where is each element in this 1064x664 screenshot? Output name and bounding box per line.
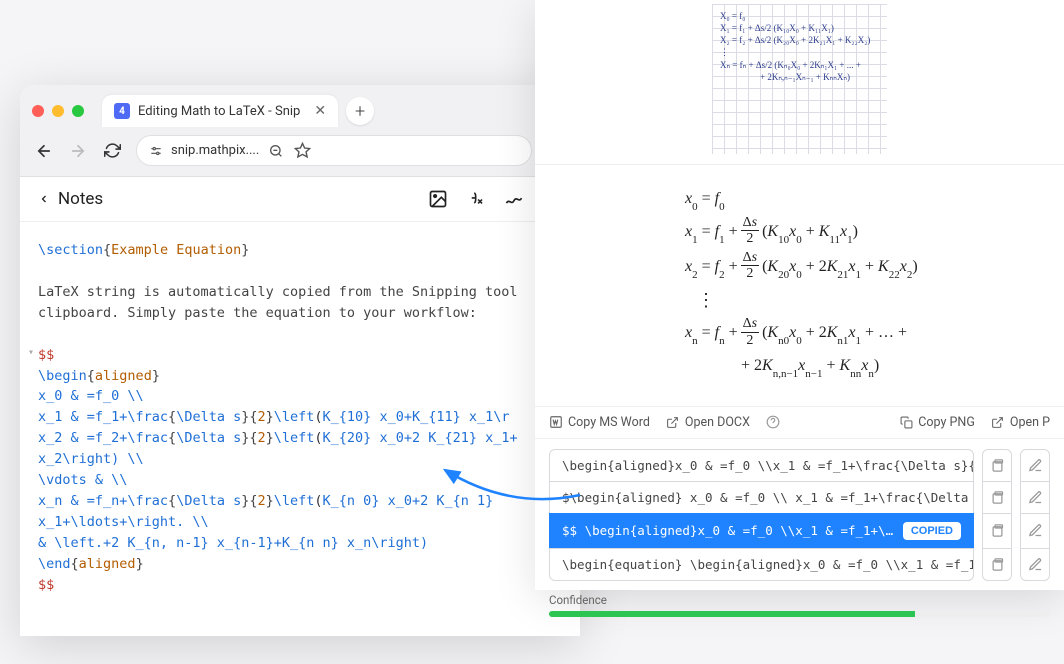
latex-editor[interactable]: \section{Example Equation} LaTeX string … <box>20 222 580 636</box>
forward-button[interactable] <box>68 142 88 160</box>
copy-button[interactable] <box>982 548 1012 581</box>
browser-tab[interactable]: 4 Editing Math to LaTeX - Snip ✕ <box>102 95 338 127</box>
format-option-inline[interactable]: $\begin{aligned} x_0 & =f_0 \\ x_1 & =f_… <box>549 481 974 514</box>
copy-png-label: Copy PNG <box>918 415 975 430</box>
close-window-button[interactable] <box>32 105 44 117</box>
bookmark-icon[interactable] <box>293 142 311 159</box>
url-input[interactable]: snip.mathpix.... <box>136 135 532 166</box>
rendered-equation: x0 = f0 x1 = f1 + Δs2 (K10x0 + K11x1) x2… <box>535 165 1064 406</box>
latex-format-list: \begin{aligned}x_0 & =f_0 \\x_1 & =f_1+\… <box>535 439 1064 587</box>
tab-title: Editing Math to LaTeX - Snip <box>138 104 300 119</box>
open-external-icon <box>991 415 1005 429</box>
browser-chrome: 4 Editing Math to LaTeX - Snip ✕ + snip.… <box>20 85 580 177</box>
word-icon <box>549 415 563 429</box>
back-to-notes-button[interactable]: Notes <box>38 189 103 209</box>
tab-bar: 4 Editing Math to LaTeX - Snip ✕ + <box>20 85 580 127</box>
copy-ms-word-button[interactable]: Copy MS Word <box>549 415 650 430</box>
open-p-button[interactable]: Open P <box>991 415 1050 430</box>
format-option-plain[interactable]: \begin{aligned}x_0 & =f_0 \\x_1 & =f_1+\… <box>549 449 974 482</box>
confidence-fill <box>549 611 915 617</box>
notes-title: Notes <box>58 189 103 209</box>
new-tab-button[interactable]: + <box>346 97 374 125</box>
open-docx-label: Open DOCX <box>685 415 750 430</box>
image-icon[interactable] <box>428 189 448 209</box>
hw-line: X₁ = f₁ + Δs/2 (K₁₀X₀ + K₁₁X₁) <box>720 22 879 34</box>
copy-icon <box>899 415 913 429</box>
minimize-window-button[interactable] <box>52 105 64 117</box>
maximize-window-button[interactable] <box>72 105 84 117</box>
hw-line: X₀ = f₀ <box>720 10 879 22</box>
open-external-icon <box>666 415 680 429</box>
address-bar-row: snip.mathpix.... <box>20 127 580 176</box>
help-icon[interactable] <box>766 415 780 429</box>
format-option-display[interactable]: $$ \begin{aligned}x_0 & =f_0 \\x_1 & =f_… <box>549 513 974 549</box>
scribble-icon[interactable] <box>504 189 524 209</box>
notes-app: Notes \section{Example Equation} LaTeX s… <box>20 177 580 636</box>
confidence-section: Confidence <box>535 587 1064 629</box>
edit-button[interactable] <box>1020 449 1050 482</box>
edit-button[interactable] <box>1020 481 1050 514</box>
confidence-bar <box>549 611 1050 617</box>
reload-button[interactable] <box>102 142 122 159</box>
url-text: snip.mathpix.... <box>171 143 259 158</box>
hw-line: + 2Kₙ,ₙ₋₁Xₙ₋₁ + KₙₙXₙ) <box>720 71 879 83</box>
close-tab-button[interactable]: ✕ <box>314 103 326 119</box>
notes-header: Notes <box>20 177 580 222</box>
copy-button[interactable] <box>982 449 1012 482</box>
source-image-strip: X₀ = f₀ X₁ = f₁ + Δs/2 (K₁₀X₀ + K₁₁X₁) X… <box>535 0 1064 165</box>
zoom-icon[interactable] <box>267 143 285 159</box>
export-action-bar: Copy MS Word Open DOCX Copy PNG Open P <box>535 406 1064 439</box>
open-docx-button[interactable]: Open DOCX <box>666 415 750 430</box>
back-button[interactable] <box>34 142 54 160</box>
favicon-icon: 4 <box>114 103 130 119</box>
copy-button[interactable] <box>982 481 1012 514</box>
hw-line: Xₙ = fₙ + Δs/2 (Kₙ₀X₀ + 2Kₙ₁X₁ + ... + <box>720 59 879 71</box>
copied-badge: COPIED <box>903 522 961 540</box>
window-controls <box>32 105 84 117</box>
browser-window: 4 Editing Math to LaTeX - Snip ✕ + snip.… <box>20 85 580 636</box>
confidence-label: Confidence <box>549 593 1050 607</box>
copy-word-label: Copy MS Word <box>568 415 650 430</box>
copy-button[interactable] <box>982 513 1012 549</box>
format-option-equation[interactable]: \begin{equation} \begin{aligned}x_0 & =f… <box>549 548 974 581</box>
hw-line: X₂ = f₂ + Δs/2 (K₂₀X₀ + 2K₂₁X₁ + K₂₂X₂) <box>720 34 879 46</box>
hw-line: ⋮ <box>720 46 879 58</box>
handwritten-source-image: X₀ = f₀ X₁ = f₁ + Δs/2 (K₁₀X₀ + K₁₁X₁) X… <box>712 4 887 154</box>
fold-caret-icon[interactable]: ▾ <box>28 345 34 361</box>
open-p-label: Open P <box>1010 415 1050 430</box>
snip-result-panel: X₀ = f₀ X₁ = f₁ + Δs/2 (K₁₀X₀ + K₁₁X₁) X… <box>535 0 1064 590</box>
site-settings-icon[interactable] <box>149 144 163 158</box>
edit-button[interactable] <box>1020 548 1050 581</box>
copy-png-button[interactable]: Copy PNG <box>899 415 975 430</box>
edit-button[interactable] <box>1020 513 1050 549</box>
function-icon[interactable] <box>466 189 486 209</box>
